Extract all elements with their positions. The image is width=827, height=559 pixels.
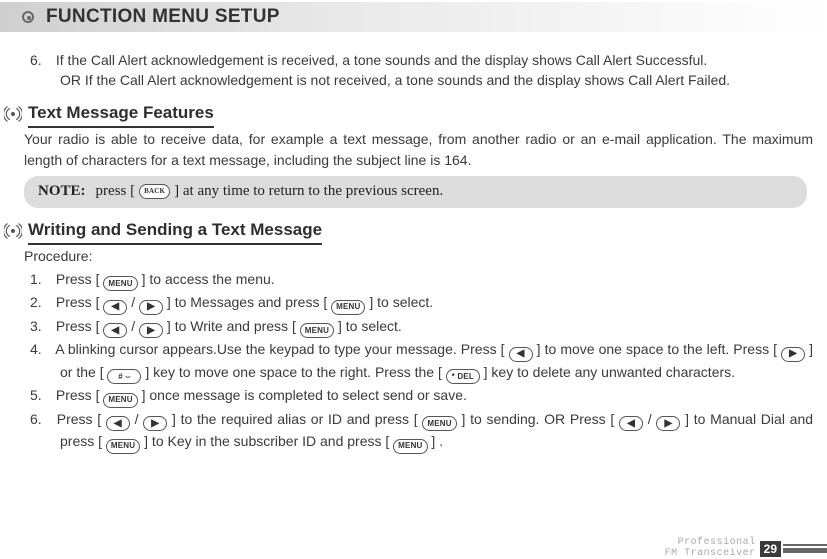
footer-decoration-icon — [783, 544, 827, 553]
right-arrow-button-icon: ▶ — [656, 416, 680, 431]
right-arrow-button-icon: ▶ — [139, 300, 163, 315]
step-6-line2: OR If the Call Alert acknowledgement is … — [60, 72, 730, 88]
menu-button-icon: MENU — [422, 416, 456, 431]
procedure-step-4: 4. A blinking cursor appears.Use the key… — [60, 339, 813, 384]
left-arrow-button-icon: ◀ — [619, 416, 643, 431]
step-number: 3. — [30, 316, 52, 336]
section-header-writing-sending: Writing and Sending a Text Message — [24, 218, 813, 246]
procedure-step-6: 6. Press [ ◀ / ▶ ] to the required alias… — [60, 409, 813, 454]
right-arrow-button-icon: ▶ — [139, 323, 163, 338]
procedure-block: Procedure: 1. Press [ MENU ] to access t… — [24, 246, 813, 453]
back-button-icon: BACK — [139, 184, 170, 199]
footer-label: Professional FM Transceiver — [665, 538, 756, 559]
menu-button-icon: MENU — [103, 276, 137, 291]
content-area: 6. If the Call Alert acknowledgement is … — [0, 32, 827, 454]
page-number: 29 — [760, 541, 781, 557]
title-bar: FUNCTION MENU SETUP — [0, 2, 827, 32]
broadcast-icon — [4, 105, 22, 123]
broadcast-icon — [4, 222, 22, 240]
note-label: NOTE: — [38, 181, 86, 203]
menu-button-icon: MENU — [103, 393, 137, 408]
page-title: FUNCTION MENU SETUP — [46, 6, 280, 28]
bullet-icon — [22, 11, 34, 23]
step-number: 5. — [30, 385, 52, 405]
hash-button-icon: # ⌣ — [107, 369, 141, 384]
page-footer: Professional FM Transceiver 29 — [665, 538, 827, 559]
procedure-step-3: 3. Press [ ◀ / ▶ ] to Write and press [ … — [60, 316, 813, 339]
step-number: 2. — [30, 292, 52, 312]
step-6-line1: If the Call Alert acknowledgement is rec… — [56, 52, 707, 68]
procedure-step-5: 5. Press [ MENU ] once message is comple… — [60, 385, 813, 408]
step-6-callalert: 6. If the Call Alert acknowledgement is … — [24, 50, 813, 91]
left-arrow-button-icon: ◀ — [103, 323, 127, 338]
del-button-icon: * DEL — [446, 369, 480, 384]
step-number: 6. — [30, 409, 52, 429]
right-arrow-button-icon: ▶ — [781, 347, 805, 362]
left-arrow-button-icon: ◀ — [103, 300, 127, 315]
section-header-text-message-features: Text Message Features — [24, 101, 813, 129]
procedure-heading: Procedure: — [24, 246, 813, 266]
procedure-step-1: 1. Press [ MENU ] to access the menu. — [60, 269, 813, 292]
section-title-tmf: Text Message Features — [28, 101, 214, 129]
menu-button-icon: MENU — [106, 439, 140, 454]
menu-button-icon: MENU — [331, 300, 365, 315]
procedure-step-2: 2. Press [ ◀ / ▶ ] to Messages and press… — [60, 292, 813, 315]
note-text-pre: press [ — [96, 181, 136, 203]
section-body-tmf: Your radio is able to receive data, for … — [24, 129, 813, 170]
note-text-post: ] at any time to return to the previous … — [174, 181, 443, 203]
section-title-ws: Writing and Sending a Text Message — [28, 218, 322, 246]
step-number: 1. — [30, 269, 52, 289]
left-arrow-button-icon: ◀ — [509, 347, 533, 362]
note-box: NOTE: press [ BACK ] at any time to retu… — [24, 176, 807, 208]
menu-button-icon: MENU — [393, 439, 427, 454]
left-arrow-button-icon: ◀ — [106, 416, 130, 431]
step-number: 6. — [30, 50, 52, 70]
step-number: 4. — [30, 339, 52, 359]
right-arrow-button-icon: ▶ — [143, 416, 167, 431]
menu-button-icon: MENU — [300, 323, 334, 338]
